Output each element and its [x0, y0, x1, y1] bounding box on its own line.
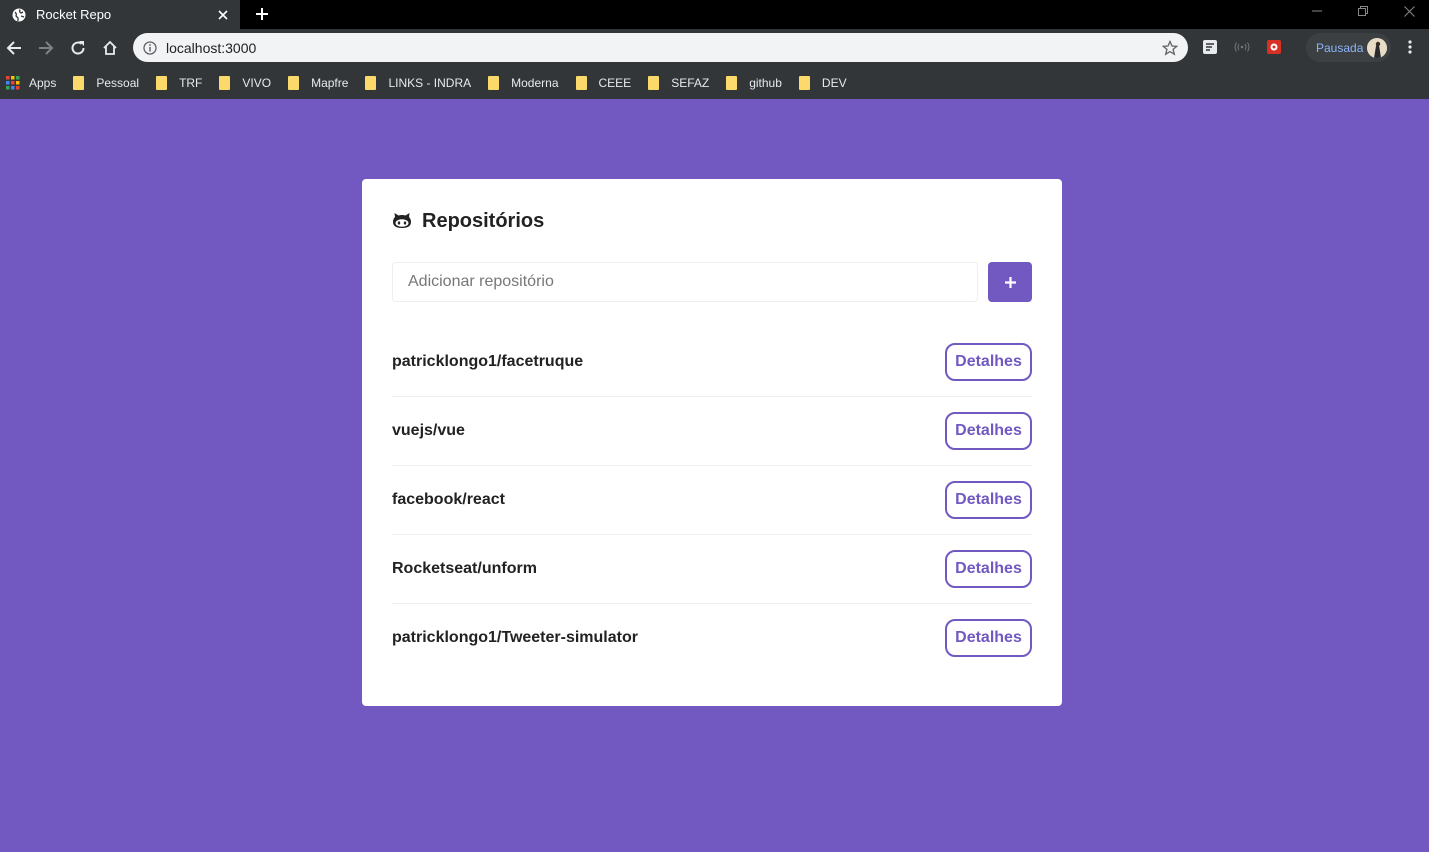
bookmark-label: SEFAZ: [671, 76, 710, 90]
bookmark-folder[interactable]: SEFAZ: [648, 76, 709, 90]
bookmark-folder[interactable]: DEV: [798, 76, 847, 90]
details-link[interactable]: Detalhes: [945, 343, 1032, 381]
repositories-card: Repositórios patricklongo1/facetruque De…: [362, 179, 1062, 706]
folder-icon: [798, 76, 813, 90]
page-heading: Repositórios: [392, 210, 1032, 232]
folder-icon: [488, 76, 502, 90]
broadcast-icon[interactable]: [1233, 38, 1251, 56]
minimize-button[interactable]: [1294, 0, 1340, 22]
folder-icon: [726, 76, 740, 90]
list-item: Rocketseat/unform Detalhes: [392, 534, 1032, 603]
bookmark-label: github: [749, 76, 782, 90]
bookmark-label: CEEE: [598, 76, 632, 90]
bookmark-label: Moderna: [511, 76, 559, 90]
tab-strip: Rocket Repo: [0, 0, 1429, 29]
close-tab-icon[interactable]: [216, 8, 230, 22]
list-item: vuejs/vue Detalhes: [392, 396, 1032, 465]
bookmark-label: LINKS - INDRA: [388, 76, 472, 90]
profile-name: Pausada: [1316, 40, 1364, 55]
bookmark-folder[interactable]: Pessoal: [73, 76, 139, 90]
folder-icon: [219, 76, 233, 90]
github-icon: [392, 211, 412, 231]
bookmark-folder[interactable]: github: [726, 76, 782, 90]
bookmarks-bar: Apps Pessoal TRF VIVO Mapfre LINKS - IND…: [0, 67, 1429, 99]
repository-name: patricklongo1/Tweeter-simulator: [392, 629, 638, 646]
repository-name: patricklongo1/facetruque: [392, 353, 584, 370]
star-icon[interactable]: [1162, 39, 1178, 56]
folder-icon: [365, 76, 379, 90]
details-link[interactable]: Detalhes: [945, 481, 1032, 519]
forward-icon[interactable]: [35, 37, 57, 59]
restore-button[interactable]: [1340, 0, 1386, 22]
list-item: facebook/react Detalhes: [392, 465, 1032, 534]
apps-grid-icon: [6, 76, 20, 90]
home-icon[interactable]: [99, 37, 121, 59]
folder-icon: [288, 76, 302, 90]
details-link[interactable]: Detalhes: [945, 619, 1032, 657]
folder-icon: [156, 76, 170, 90]
red-extension-icon[interactable]: [1265, 38, 1283, 56]
folder-icon: [648, 76, 662, 90]
repository-name: facebook/react: [392, 491, 505, 508]
new-tab-button[interactable]: [252, 4, 272, 24]
bookmark-apps[interactable]: Apps: [6, 76, 56, 90]
list-item: patricklongo1/facetruque Detalhes: [392, 328, 1032, 396]
details-link[interactable]: Detalhes: [945, 550, 1032, 588]
plus-icon: [1004, 276, 1017, 289]
extension-icon[interactable]: [1201, 38, 1219, 56]
bookmark-label: TRF: [179, 76, 203, 90]
bookmark-folder[interactable]: VIVO: [219, 76, 271, 90]
reload-icon[interactable]: [67, 37, 89, 59]
list-item: patricklongo1/Tweeter-simulator Detalhes: [392, 603, 1032, 672]
add-repository-button[interactable]: [988, 262, 1032, 302]
menu-dots-icon[interactable]: [1401, 38, 1419, 56]
folder-icon: [575, 76, 590, 90]
globe-icon: [12, 8, 26, 22]
address-bar[interactable]: localhost:3000: [133, 33, 1188, 62]
page-title: Repositórios: [422, 209, 545, 232]
bookmark-folder[interactable]: Moderna: [488, 76, 559, 90]
bookmark-folder[interactable]: Mapfre: [288, 76, 348, 90]
browser-tab[interactable]: Rocket Repo: [0, 0, 240, 29]
bookmark-folder[interactable]: CEEE: [575, 76, 632, 90]
details-link[interactable]: Detalhes: [945, 412, 1032, 450]
bookmark-folder[interactable]: TRF: [156, 76, 202, 90]
profile-button[interactable]: Pausada: [1306, 33, 1391, 62]
bookmark-label: Apps: [29, 76, 57, 90]
close-window-button[interactable]: [1386, 0, 1429, 22]
url-text: localhost:3000: [166, 39, 257, 56]
repository-name: Rocketseat/unform: [392, 560, 537, 577]
info-icon[interactable]: [143, 40, 157, 55]
bookmark-label: VIVO: [242, 76, 272, 90]
bookmark-label: Pessoal: [96, 76, 140, 90]
avatar: [1367, 37, 1387, 58]
bookmark-label: Mapfre: [311, 76, 349, 90]
browser-toolbar: localhost:3000 Pausada: [0, 29, 1429, 67]
tab-title: Rocket Repo: [36, 7, 112, 22]
bookmark-folder[interactable]: LINKS - INDRA: [365, 76, 471, 90]
repository-input[interactable]: [392, 262, 978, 302]
add-repository-form: [392, 262, 1032, 302]
repository-name: vuejs/vue: [392, 422, 465, 439]
back-icon[interactable]: [3, 37, 25, 59]
bookmark-label: DEV: [821, 76, 847, 90]
folder-icon: [73, 76, 87, 90]
repository-list: patricklongo1/facetruque Detalhes vuejs/…: [392, 328, 1032, 672]
